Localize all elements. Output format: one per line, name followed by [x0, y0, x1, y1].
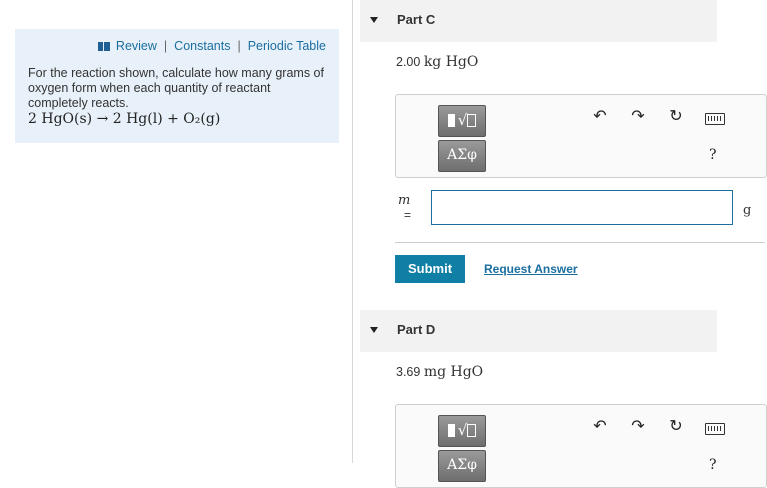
- part-d-label: Part D: [397, 322, 436, 337]
- part-c-label: Part C: [397, 12, 436, 27]
- greek-symbols-button[interactable]: ΑΣφ: [438, 450, 486, 482]
- template-box-icon: [467, 114, 477, 127]
- reset-icon[interactable]: ↻: [668, 419, 684, 435]
- redo-icon[interactable]: ↷: [630, 419, 646, 435]
- panel-divider: [352, 0, 353, 463]
- part-d-header[interactable]: Part D: [360, 310, 717, 352]
- undo-icon[interactable]: ↶: [592, 109, 608, 125]
- collapse-arrow-icon[interactable]: [370, 17, 378, 23]
- sqrt-icon: √: [457, 421, 468, 439]
- answer-input[interactable]: [431, 190, 733, 225]
- reaction-equation: 2 HgO(s) → 2 Hg(l) + O₂(g): [28, 111, 221, 127]
- submit-button[interactable]: Submit: [395, 255, 465, 283]
- review-link[interactable]: Review: [116, 39, 157, 53]
- help-button[interactable]: ?: [709, 457, 717, 473]
- answer-unit: g: [743, 203, 752, 218]
- part-c-given: 2.00 kg HgO: [396, 54, 478, 70]
- part-d-math-toolbar: √ ΑΣφ ↶ ↷ ↻ ?: [395, 404, 767, 488]
- part-c-header[interactable]: Part C: [360, 0, 717, 42]
- resource-links: Review | Constants | Periodic Table: [15, 39, 326, 53]
- answer-variable: m: [398, 193, 411, 208]
- problem-panel: Review | Constants | Periodic Table For the …: [15, 29, 339, 143]
- given-unit: kg HgO: [423, 54, 479, 70]
- given-value: 2.00: [396, 55, 421, 69]
- periodic-table-link[interactable]: Periodic Table: [248, 39, 326, 53]
- request-answer-link[interactable]: Request Answer: [484, 262, 578, 276]
- help-button[interactable]: ?: [709, 147, 717, 163]
- greek-symbols-button[interactable]: ΑΣφ: [438, 140, 486, 172]
- keyboard-icon[interactable]: [705, 113, 725, 125]
- given-value: 3.69: [396, 365, 421, 379]
- part-c-math-toolbar: √ ΑΣφ ↶ ↷ ↻ ?: [395, 94, 767, 178]
- equals-sign: =: [404, 208, 412, 222]
- templates-button[interactable]: √: [438, 105, 486, 137]
- redo-icon[interactable]: ↷: [630, 109, 646, 125]
- undo-icon[interactable]: ↶: [592, 419, 608, 435]
- template-box-icon: [447, 114, 455, 127]
- separator: |: [163, 39, 168, 53]
- collapse-arrow-icon[interactable]: [370, 327, 378, 333]
- book-icon: [97, 42, 110, 51]
- keyboard-icon[interactable]: [705, 423, 725, 435]
- separator: |: [237, 39, 241, 53]
- reset-icon[interactable]: ↻: [668, 109, 684, 125]
- template-box-icon: [467, 424, 477, 437]
- given-unit: mg HgO: [423, 364, 484, 380]
- template-box-icon: [447, 424, 455, 437]
- problem-prompt: For the reaction shown, calculate how ma…: [28, 66, 324, 110]
- constants-link[interactable]: Constants: [174, 39, 230, 53]
- sqrt-icon: √: [457, 111, 468, 129]
- part-d-given: 3.69 mg HgO: [396, 364, 483, 380]
- templates-button[interactable]: √: [438, 415, 486, 447]
- divider: [395, 242, 765, 243]
